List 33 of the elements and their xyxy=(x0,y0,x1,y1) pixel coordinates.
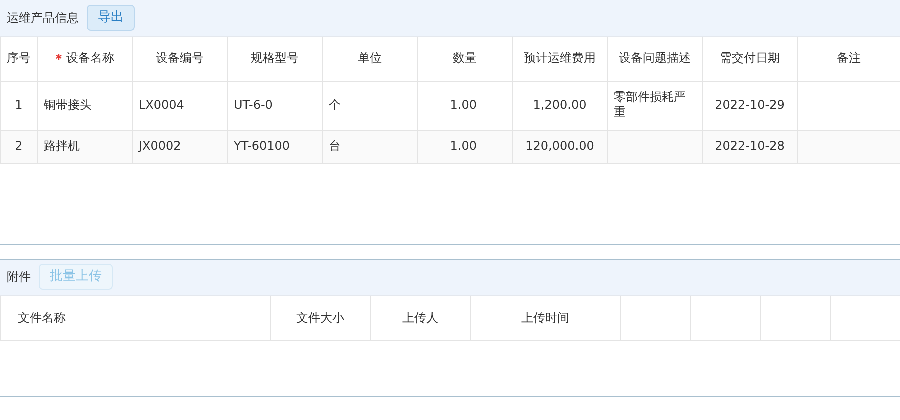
column-header: 设备问题描述 xyxy=(608,37,702,81)
column-header: 上传时间 xyxy=(522,310,570,325)
column-header: 设备编号 xyxy=(132,37,228,81)
table-cell: 2 xyxy=(0,130,38,163)
column-header: 文件大小 xyxy=(296,310,344,325)
table-cell: UT-6-0 xyxy=(228,81,322,130)
table-cell: 2022-10-29 xyxy=(702,81,798,130)
table-cell: 个 xyxy=(322,81,418,130)
section-title: 运维产品信息 xyxy=(7,10,79,27)
table-cell: 1,200.00 xyxy=(512,81,608,130)
table-cell: 铜带接头 xyxy=(38,81,132,130)
table-cell: 1.00 xyxy=(418,130,512,163)
section-title: 附件 xyxy=(7,269,31,286)
export-button[interactable]: 导出 xyxy=(87,5,135,31)
table-cell: 2022-10-28 xyxy=(702,130,798,163)
column-header: 序号 xyxy=(0,37,38,81)
table-cell: 1 xyxy=(0,81,38,130)
column-header: 预计运维费用 xyxy=(512,37,608,81)
column-header: 数量 xyxy=(418,37,512,81)
table-cell: LX0004 xyxy=(132,81,228,130)
table-cell: 1.00 xyxy=(418,81,512,130)
column-header: 单位 xyxy=(322,37,418,81)
table-cell: 120,000.00 xyxy=(512,130,608,163)
column-header: 需交付日期 xyxy=(702,37,798,81)
table-cell: JX0002 xyxy=(132,130,228,163)
column-header: 设备名称 xyxy=(38,37,132,81)
table-cell: 路拌机 xyxy=(38,130,132,163)
table-cell: YT-60100 xyxy=(228,130,322,163)
column-header: 文件名称 xyxy=(18,310,66,325)
column-header: 上传人 xyxy=(402,310,438,325)
table-cell: 台 xyxy=(322,130,418,163)
column-header: 规格型号 xyxy=(228,37,322,81)
table-cell: 零部件损耗严重 xyxy=(608,81,702,130)
